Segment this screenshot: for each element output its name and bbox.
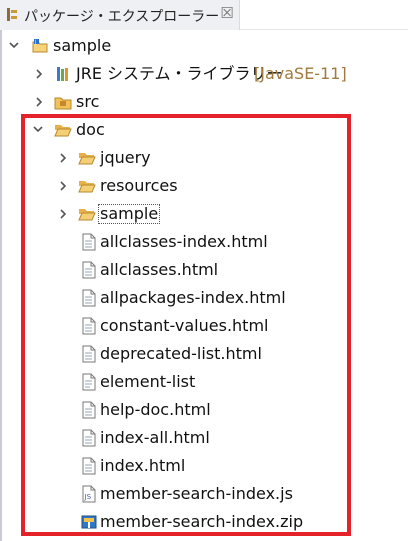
- tree-item-folder[interactable]: sample: [0, 200, 400, 228]
- html-file-icon: [82, 233, 96, 251]
- zip-file-icon: [81, 515, 97, 529]
- folder-icon: [78, 209, 96, 221]
- tree-item-file[interactable]: index-all.html: [0, 424, 400, 452]
- tree-item-label: index.html: [100, 456, 186, 475]
- chevron-right-icon[interactable]: [58, 181, 68, 191]
- tree-item-folder[interactable]: jquery: [0, 144, 400, 172]
- tree-item-label: constant-values.html: [100, 316, 269, 335]
- tree-item-label: deprecated-list.html: [100, 344, 262, 363]
- tree-item-jre-library[interactable]: JRE システム・ライブラリー [JavaSE-11]: [0, 60, 400, 88]
- html-file-icon: [82, 289, 96, 307]
- source-folder-icon: [54, 97, 72, 110]
- tree-item-label: jquery: [100, 148, 151, 167]
- folder-icon: [78, 153, 96, 165]
- html-file-icon: [82, 317, 96, 335]
- text-file-icon: [82, 373, 96, 391]
- close-icon[interactable]: ☒: [218, 3, 236, 23]
- tree-item-file[interactable]: help-doc.html: [0, 396, 400, 424]
- tree-item-label: doc: [76, 120, 105, 139]
- html-file-icon: [82, 345, 96, 363]
- package-explorer-tab[interactable]: パッケージ・エクスプローラー ☒: [0, 0, 240, 30]
- tree-item-src[interactable]: src: [0, 88, 400, 116]
- tree-item-label: help-doc.html: [100, 400, 211, 419]
- html-file-icon: [82, 261, 96, 279]
- tree-item-file[interactable]: element-list: [0, 368, 400, 396]
- tree-item-label: resources: [100, 176, 178, 195]
- tree-item-label: allclasses.html: [100, 260, 219, 279]
- chevron-right-icon[interactable]: [34, 69, 44, 79]
- view-title: パッケージ・エクスプローラー: [24, 9, 220, 25]
- folder-icon: [78, 181, 96, 193]
- tree-item-doc[interactable]: doc: [0, 116, 400, 144]
- chevron-right-icon[interactable]: [58, 209, 68, 219]
- java-project-icon: J: [32, 39, 48, 53]
- html-file-icon: [82, 429, 96, 447]
- folder-open-icon: [54, 125, 72, 137]
- tree-item-label: allclasses-index.html: [100, 232, 268, 251]
- tree-item-label: index-all.html: [100, 428, 210, 447]
- package-explorer-icon: [7, 8, 17, 21]
- tree-item-file[interactable]: JS member-search-index.js: [0, 480, 400, 508]
- tree-item-label: member-search-index.js: [100, 484, 293, 503]
- package-explorer-view: パッケージ・エクスプローラー ☒ J sample JRE システム・ライブラリ…: [0, 0, 408, 541]
- tree-item-label: sample: [53, 36, 112, 55]
- tree-item-file[interactable]: constant-values.html: [0, 312, 400, 340]
- tree-item-label: member-search-index.zip: [100, 512, 304, 531]
- svg-text:J: J: [34, 40, 36, 46]
- js-file-icon: JS: [82, 485, 96, 503]
- tree-item-file[interactable]: allclasses.html: [0, 256, 400, 284]
- tree-item-project[interactable]: J sample: [0, 32, 400, 60]
- view-tab-bar: パッケージ・エクスプローラー ☒: [0, 0, 408, 30]
- chevron-right-icon[interactable]: [58, 153, 68, 163]
- tree-item-label: allpackages-index.html: [100, 288, 286, 307]
- tree-item-folder[interactable]: resources: [0, 172, 400, 200]
- svg-text:JS: JS: [84, 493, 92, 501]
- jre-version-label: [JavaSE-11]: [254, 64, 347, 83]
- chevron-down-icon[interactable]: [9, 40, 19, 50]
- tree-item-label: element-list: [100, 372, 196, 391]
- tree-item-file[interactable]: allpackages-index.html: [0, 284, 400, 312]
- library-icon: [57, 67, 68, 81]
- tree-item-label: sample: [97, 204, 161, 224]
- tree-item-label: JRE システム・ライブラリー: [76, 64, 283, 83]
- html-file-icon: [82, 401, 96, 419]
- tree-item-label: src: [76, 92, 100, 111]
- tree-item-file[interactable]: member-search-index.zip: [0, 508, 400, 536]
- chevron-right-icon[interactable]: [34, 97, 44, 107]
- html-file-icon: [82, 457, 96, 475]
- tree-item-file[interactable]: deprecated-list.html: [0, 340, 400, 368]
- tree-item-file[interactable]: index.html: [0, 452, 400, 480]
- chevron-down-icon[interactable]: [33, 124, 43, 134]
- tree-item-file[interactable]: allclasses-index.html: [0, 228, 400, 256]
